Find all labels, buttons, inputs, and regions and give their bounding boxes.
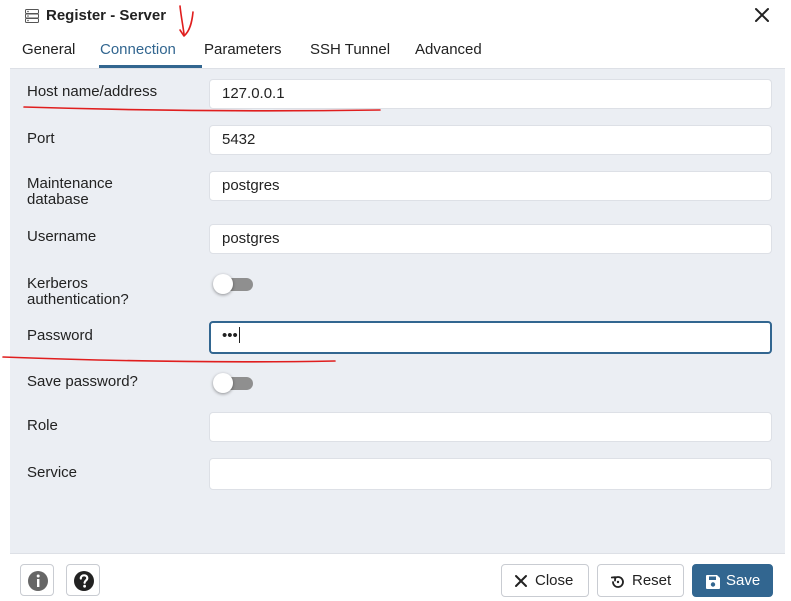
- maintenance-db-label: Maintenance database: [27, 176, 113, 208]
- save-password-toggle[interactable]: [213, 373, 255, 393]
- host-label: Host name/address: [27, 83, 158, 100]
- role-label: Role: [27, 417, 58, 434]
- dialog-title: Register - Server: [46, 7, 167, 24]
- tab-connection[interactable]: Connection: [100, 41, 176, 66]
- tab-parameters[interactable]: Parameters: [204, 41, 282, 66]
- help-button[interactable]: [66, 564, 100, 596]
- title-bar: Register - Server: [0, 0, 791, 34]
- save-button-label: Save: [726, 572, 761, 589]
- server-icon: [25, 9, 39, 23]
- help-icon: [74, 571, 94, 591]
- save-password-toggle-knob: [213, 373, 233, 393]
- service-label: Service: [27, 464, 78, 481]
- connection-form: Host name/address 127.0.0.1 Port 5432 Ma…: [10, 69, 785, 553]
- info-icon: [28, 571, 48, 591]
- close-icon[interactable]: [753, 6, 771, 24]
- port-label: Port: [27, 130, 55, 147]
- reset-button-label: Reset: [632, 572, 672, 589]
- text-caret: [238, 327, 240, 343]
- service-input[interactable]: [209, 458, 772, 490]
- username-input[interactable]: postgres: [209, 224, 772, 254]
- kerberos-label: Kerberos authentication?: [27, 276, 129, 308]
- kerberos-label-line2: authentication?: [27, 291, 129, 308]
- active-tab-indicator: [99, 65, 202, 68]
- host-input[interactable]: 127.0.0.1: [209, 79, 772, 109]
- password-label: Password: [27, 327, 93, 344]
- password-value: •••: [222, 327, 238, 344]
- tab-general[interactable]: General: [22, 41, 75, 66]
- role-input[interactable]: [209, 412, 772, 442]
- kerberos-toggle-knob: [213, 274, 233, 294]
- dialog-footer: Close Reset Save: [10, 553, 785, 601]
- maintenance-db-label-line2: database: [27, 191, 89, 208]
- tab-advanced[interactable]: Advanced: [415, 41, 482, 66]
- reset-icon: [610, 574, 626, 594]
- close-button[interactable]: Close: [501, 564, 589, 597]
- save-button[interactable]: Save: [692, 564, 773, 597]
- save-icon: [705, 574, 721, 594]
- tab-ssh-tunnel[interactable]: SSH Tunnel: [310, 41, 390, 66]
- password-input[interactable]: •••: [209, 321, 772, 354]
- close-button-label: Close: [535, 572, 574, 589]
- info-button[interactable]: [20, 564, 54, 596]
- x-icon: [514, 574, 528, 592]
- save-password-label: Save password?: [27, 373, 138, 390]
- register-server-dialog: Register - Server General Connection Par…: [0, 0, 791, 601]
- maintenance-db-label-line1: Maintenance: [27, 175, 113, 192]
- port-input[interactable]: 5432: [209, 125, 772, 155]
- kerberos-label-line1: Kerberos: [27, 275, 88, 292]
- username-label: Username: [27, 228, 97, 245]
- reset-button[interactable]: Reset: [597, 564, 684, 597]
- kerberos-toggle[interactable]: [213, 274, 255, 294]
- maintenance-db-input[interactable]: postgres: [209, 171, 772, 201]
- tab-bar: General Connection Parameters SSH Tunnel…: [10, 36, 785, 69]
